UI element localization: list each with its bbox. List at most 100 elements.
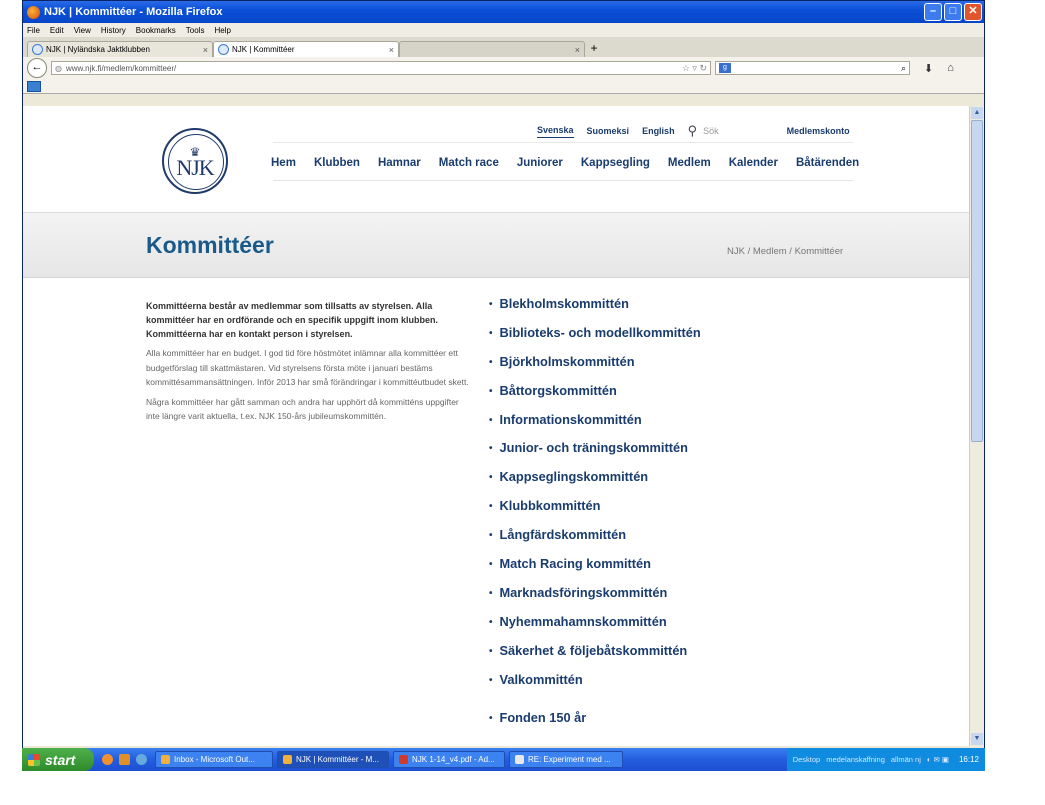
bookmark-star-icon[interactable]: ☆ ▿ ↻: [682, 63, 707, 74]
search-icon: ⚲: [687, 123, 698, 138]
nav-kappsegling[interactable]: Kappsegling: [581, 157, 650, 169]
tab-bar: NJK | Nyländska Jaktklubben × NJK | Komm…: [23, 37, 984, 57]
url-bar[interactable]: ◍ www.njk.fi/medlem/kommitteer/ ☆ ▿ ↻: [51, 61, 711, 75]
main-nav: Hem Klubben Hamnar Match race Juniorer K…: [271, 157, 877, 169]
committee-label[interactable]: Kappseglingskommittén: [500, 469, 649, 484]
committee-label[interactable]: Junior- och träningskommittén: [500, 440, 688, 455]
firefox-icon[interactable]: [102, 754, 113, 765]
bookmarks-toolbar: [23, 79, 984, 94]
tray-desktop[interactable]: Desktop: [793, 755, 821, 764]
bullet-icon: •: [489, 674, 493, 686]
menu-file[interactable]: File: [27, 26, 40, 35]
search-bar[interactable]: g ⌕: [715, 61, 910, 75]
minimize-button[interactable]: –: [924, 3, 942, 21]
committee-label[interactable]: Fonden 150 år: [500, 710, 587, 725]
magnifier-icon[interactable]: ⌕: [901, 63, 906, 74]
menu-view[interactable]: View: [74, 26, 91, 35]
close-tab-icon[interactable]: ×: [575, 45, 580, 55]
committee-label[interactable]: Blekholmskommittén: [500, 296, 629, 311]
taskbar-button-pdf[interactable]: NJK 1-14_v4.pdf - Ad...: [393, 751, 505, 768]
vertical-scrollbar[interactable]: ▲ ▼: [969, 106, 984, 746]
committee-link[interactable]: • Informationskommittén: [489, 412, 701, 441]
lang-svenska[interactable]: Svenska: [537, 125, 574, 138]
start-button[interactable]: start: [22, 748, 94, 771]
nav-klubben[interactable]: Klubben: [314, 157, 360, 169]
title-bar[interactable]: NJK | Kommittéer - Mozilla Firefox – □ ✕: [23, 1, 984, 23]
lang-suomeksi[interactable]: Suomeksi: [587, 126, 630, 136]
committee-label[interactable]: Biblioteks- och modellkommittén: [500, 325, 701, 340]
committee-link[interactable]: • Långfärdskommittén: [489, 527, 701, 556]
committee-link[interactable]: • Båttorgskommittén: [489, 383, 701, 412]
committee-link[interactable]: • Björkholmskommittén: [489, 354, 701, 383]
committee-label[interactable]: Match Racing kommittén: [500, 556, 651, 571]
committee-link[interactable]: • Kappseglingskommittén: [489, 469, 701, 498]
nav-medlem[interactable]: Medlem: [668, 157, 711, 169]
maximize-button[interactable]: □: [944, 3, 962, 21]
njk-logo[interactable]: ♛ NJK: [162, 128, 228, 194]
committee-link[interactable]: • Säkerhet & följebåtskommittén: [489, 643, 701, 672]
nav-match-race[interactable]: Match race: [439, 157, 499, 169]
bullet-icon: •: [489, 414, 493, 426]
committee-label[interactable]: Klubbkommittén: [500, 498, 601, 513]
nav-hem[interactable]: Hem: [271, 157, 296, 169]
tray-folder[interactable]: medelanskaffning: [826, 755, 885, 764]
scroll-up-icon[interactable]: ▲: [971, 107, 983, 119]
lang-english[interactable]: English: [642, 126, 675, 136]
menu-history[interactable]: History: [101, 26, 126, 35]
back-button[interactable]: ←: [27, 58, 47, 78]
taskbar-button-outlook[interactable]: Inbox - Microsoft Out...: [155, 751, 273, 768]
close-tab-icon[interactable]: ×: [389, 45, 394, 55]
menu-tools[interactable]: Tools: [186, 26, 205, 35]
tab-kommitteer[interactable]: NJK | Kommittéer ×: [213, 41, 399, 57]
home-icon[interactable]: ⌂: [947, 62, 954, 75]
taskbar-button-mail[interactable]: RE: Experiment med ...: [509, 751, 623, 768]
committee-link[interactable]: • Fonden 150 år: [489, 710, 701, 739]
committee-link[interactable]: • Nyhemmahamnskommittén: [489, 614, 701, 643]
site-search[interactable]: ⚲ Sök: [688, 123, 732, 139]
site-favicon-icon: [32, 44, 43, 55]
committee-label[interactable]: Nyhemmahamnskommittén: [500, 614, 667, 629]
committee-link[interactable]: • Biblioteks- och modellkommittén: [489, 325, 701, 354]
taskbar-button-firefox[interactable]: NJK | Kommittéer - M...: [277, 751, 389, 768]
breadcrumb[interactable]: NJK / Medlem / Kommittéer: [727, 246, 843, 257]
committee-label[interactable]: Båttorgskommittén: [500, 383, 617, 398]
nav-juniorer[interactable]: Juniorer: [517, 157, 563, 169]
menu-help[interactable]: Help: [214, 26, 230, 35]
committee-label[interactable]: Valkommittén: [500, 672, 583, 687]
close-tab-icon[interactable]: ×: [203, 45, 208, 55]
bullet-icon: •: [489, 443, 493, 455]
intro-text: Kommittéerna består av medlemmar som til…: [146, 299, 471, 429]
committee-list: • Blekholmskommittén • Biblioteks- och mod…: [489, 296, 701, 739]
new-tab-button[interactable]: +: [585, 41, 603, 57]
download-icon[interactable]: ⬇: [924, 62, 933, 75]
nav-kalender[interactable]: Kalender: [729, 157, 778, 169]
quick-launch: [102, 754, 147, 765]
bookmark-icon[interactable]: [27, 80, 41, 92]
committee-label[interactable]: Björkholmskommittén: [500, 354, 635, 369]
committee-link[interactable]: • Marknadsföringskommittén: [489, 585, 701, 614]
outlook-icon[interactable]: [119, 754, 130, 765]
committee-label[interactable]: Informationskommittén: [500, 412, 642, 427]
scroll-down-icon[interactable]: ▼: [971, 733, 983, 745]
tab-nylandska[interactable]: NJK | Nyländska Jaktklubben ×: [27, 41, 213, 57]
tray-icons[interactable]: ◐ ✉ ▣: [927, 755, 949, 764]
menu-bookmarks[interactable]: Bookmarks: [136, 26, 176, 35]
committee-label[interactable]: Säkerhet & följebåtskommittén: [500, 643, 688, 658]
nav-hamnar[interactable]: Hamnar: [378, 157, 421, 169]
ie-icon[interactable]: [136, 754, 147, 765]
committee-label[interactable]: Långfärdskommittén: [500, 527, 627, 542]
committee-label[interactable]: Marknadsföringskommittén: [500, 585, 668, 600]
scroll-thumb[interactable]: [971, 120, 983, 442]
committee-link[interactable]: • Blekholmskommittén: [489, 296, 701, 325]
menu-edit[interactable]: Edit: [50, 26, 64, 35]
committee-link[interactable]: • Junior- och träningskommittén: [489, 440, 701, 469]
nav-batarenden[interactable]: Båtärenden: [796, 157, 859, 169]
taskbar-button-label: NJK 1-14_v4.pdf - Ad...: [412, 755, 495, 764]
committee-link[interactable]: • Match Racing kommittén: [489, 556, 701, 585]
committee-link[interactable]: • Klubbkommittén: [489, 498, 701, 527]
close-button[interactable]: ✕: [964, 3, 982, 21]
tray-folder[interactable]: allmän nj: [891, 755, 921, 764]
committee-link[interactable]: • Valkommittén: [489, 672, 701, 701]
tab-blank[interactable]: ×: [399, 41, 585, 57]
account-link[interactable]: Medlemskonto: [787, 126, 850, 136]
